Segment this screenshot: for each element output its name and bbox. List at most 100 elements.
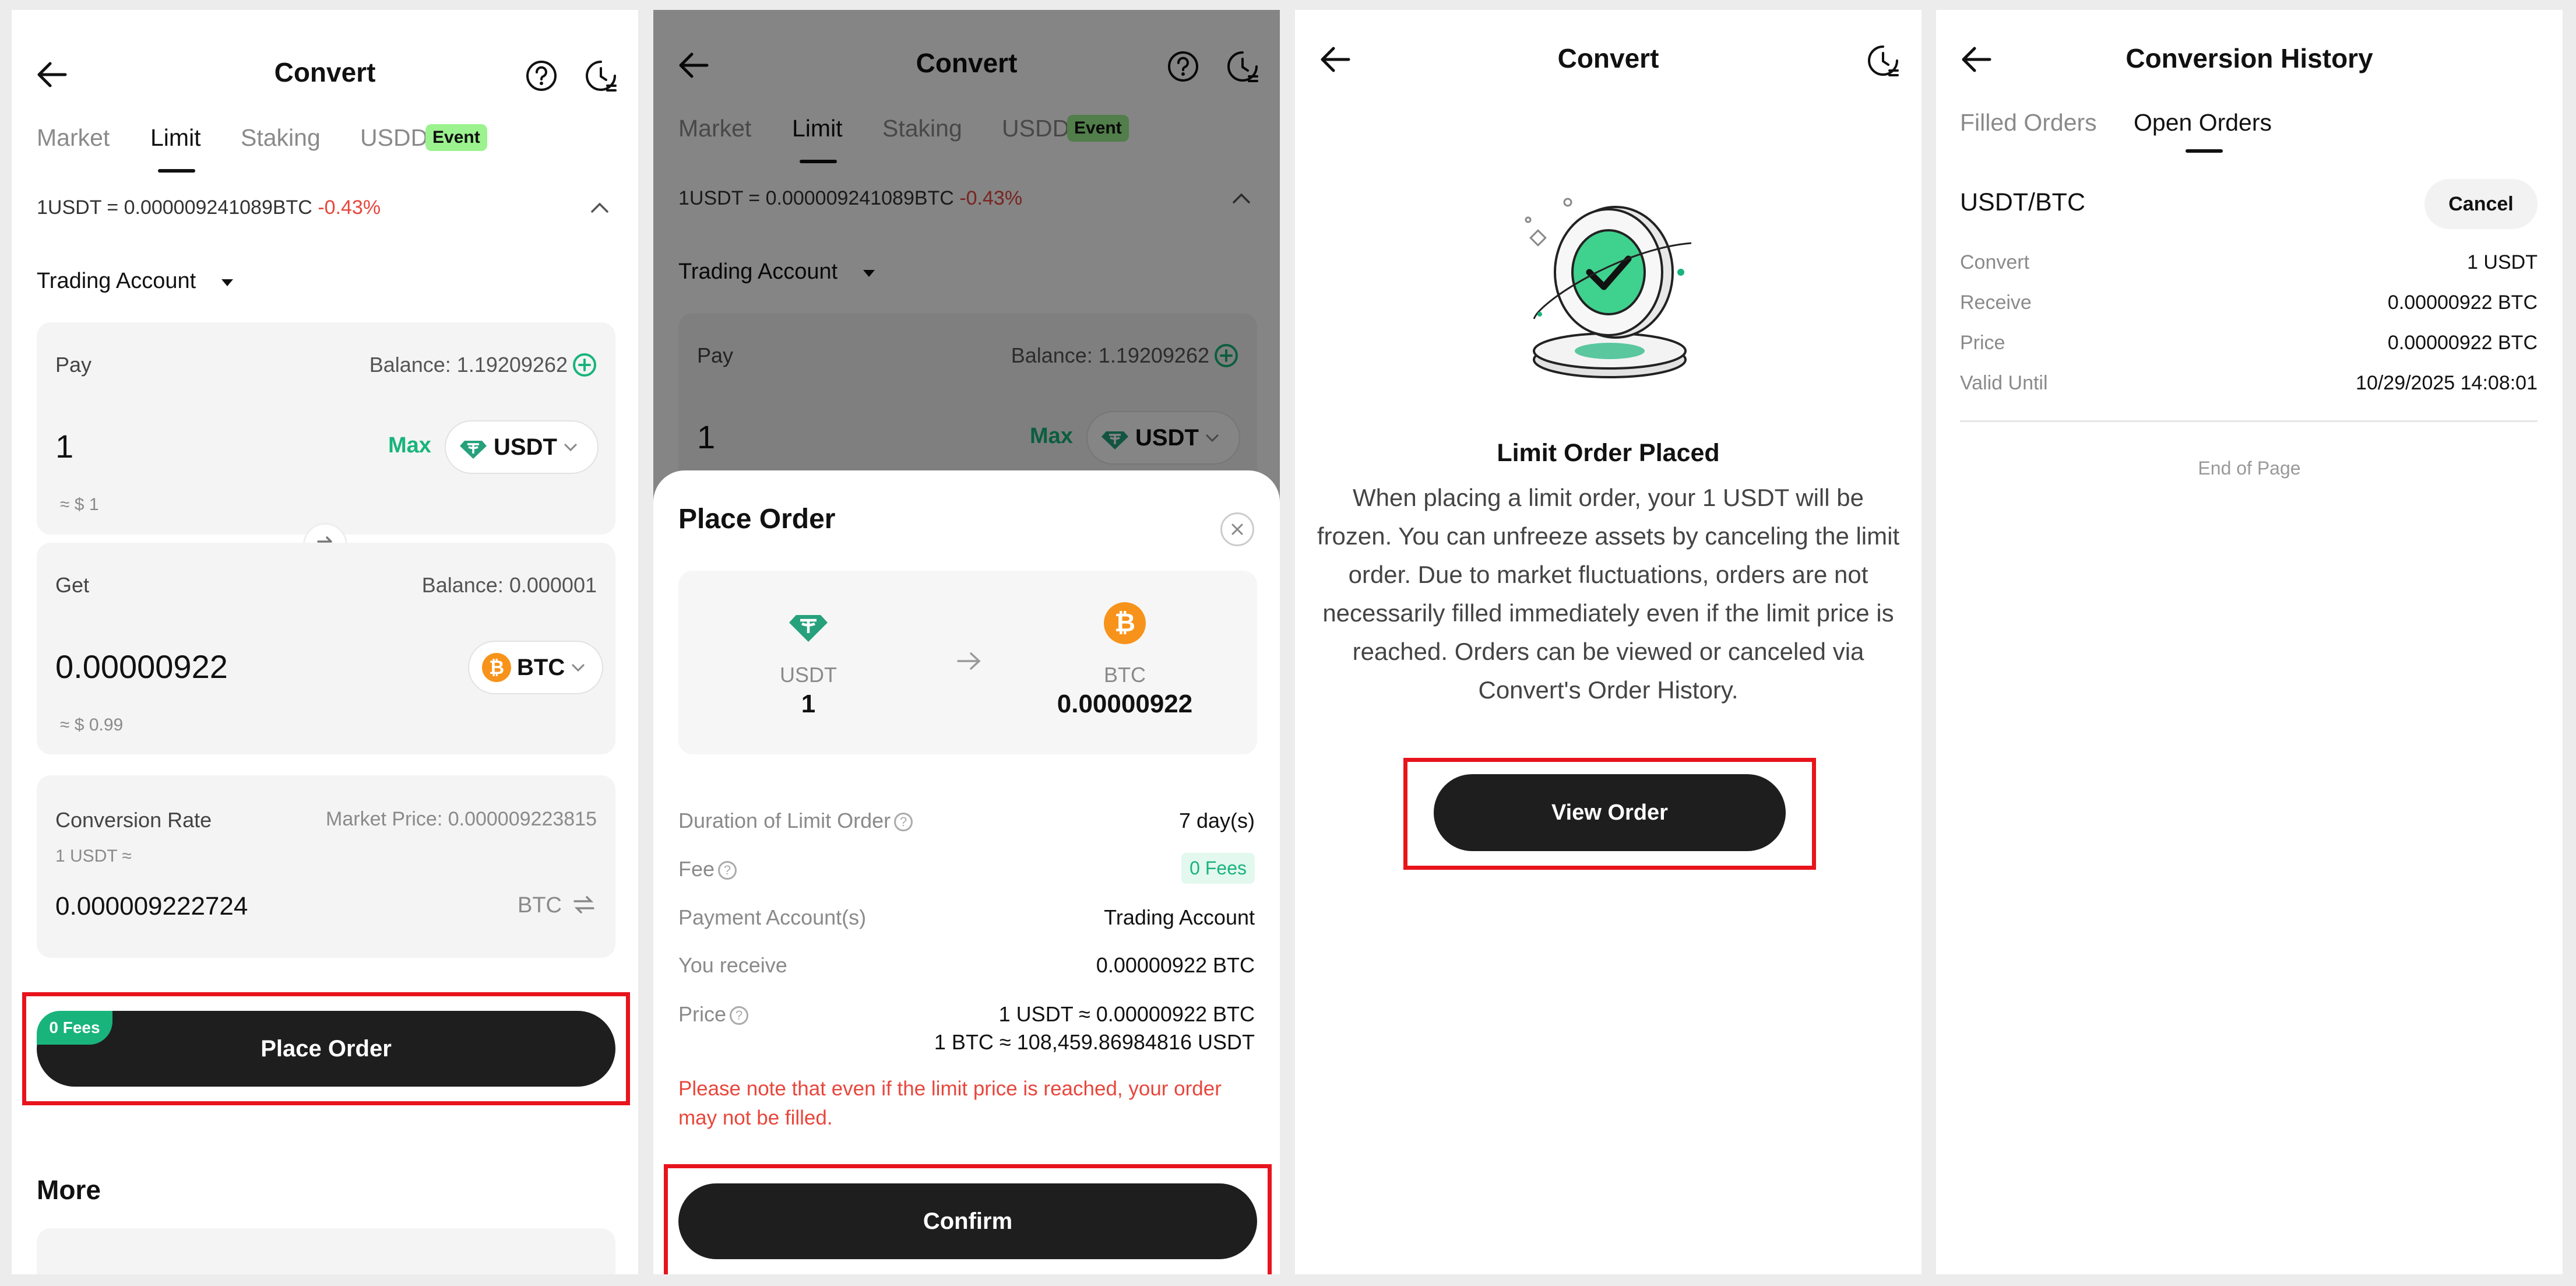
pay-label: Pay bbox=[55, 353, 92, 377]
pay-balance: Balance: 1.19209262 bbox=[369, 353, 568, 377]
price-value-2: 1 BTC ≈ 108,459.86984816 USDT bbox=[934, 1030, 1255, 1054]
order-row-value: 0.00000922 BTC bbox=[2387, 332, 2538, 354]
to-amount: 0.00000922 bbox=[1057, 690, 1193, 718]
pay-coin-label: USDT bbox=[494, 434, 557, 460]
get-card: Get Balance: 0.000001 0.00000922 ₿ BTC ≈… bbox=[37, 543, 615, 754]
rate-line: 1USDT = 0.000009241089BTC -0.43% bbox=[37, 196, 381, 219]
tab-limit-underline bbox=[158, 169, 195, 173]
plus-circle-icon[interactable] bbox=[572, 353, 597, 377]
order-row-value: 1 USDT bbox=[2467, 251, 2538, 273]
order-placed-panel: Convert Limit Order Placed When placing … bbox=[1295, 10, 1922, 1274]
usdt-icon bbox=[788, 605, 829, 645]
help-icon[interactable]: ? bbox=[730, 1006, 749, 1025]
pay-coin-select[interactable]: USDT bbox=[445, 420, 599, 474]
order-row-label: Receive bbox=[1960, 291, 2032, 314]
usdt-icon bbox=[459, 433, 488, 462]
chevron-down-icon bbox=[572, 663, 585, 672]
account-label: Trading Account bbox=[37, 269, 196, 293]
price-label: Price? bbox=[678, 1002, 749, 1027]
convert-limit-panel: Convert Market Limit Staking USDD Event … bbox=[12, 10, 638, 1274]
highlight-box bbox=[664, 1164, 1272, 1274]
get-coin-label: BTC bbox=[517, 654, 565, 680]
arrow-right-icon bbox=[957, 652, 981, 670]
placed-description: When placing a limit order, your 1 USDT … bbox=[1317, 484, 1900, 704]
payment-account-label: Payment Account(s) bbox=[678, 905, 867, 929]
payment-account-value: Trading Account bbox=[1104, 905, 1255, 929]
conversion-rate-label: Conversion Rate bbox=[55, 808, 212, 832]
conversion-rate-input[interactable]: 0.000009222724 bbox=[55, 892, 248, 921]
place-order-panel: Convert Market Limit Staking USDD Event … bbox=[653, 10, 1280, 1274]
success-check-icon bbox=[1525, 198, 1692, 378]
chevron-down-icon bbox=[564, 443, 577, 452]
get-label: Get bbox=[55, 573, 90, 597]
pay-usd-estimate: ≈ $ 1 bbox=[60, 495, 99, 514]
end-of-page: End of Page bbox=[2198, 458, 2301, 479]
pay-card: Pay Balance: 1.19209262 1 Max USDT ≈ $ 1 bbox=[37, 322, 615, 535]
conversion-unit: BTC bbox=[518, 893, 562, 918]
tab-staking[interactable]: Staking bbox=[241, 124, 321, 152]
sheet-title: Place Order bbox=[678, 504, 836, 535]
tab-open-orders-underline bbox=[2186, 149, 2223, 153]
conversion-rate-card: Conversion Rate Market Price: 0.00000922… bbox=[37, 775, 615, 958]
highlight-box bbox=[22, 992, 630, 1105]
rate-text: 1USDT = 0.000009241089BTC bbox=[37, 196, 312, 219]
max-button[interactable]: Max bbox=[388, 433, 431, 458]
conversion-history-panel: Conversion History Filled Orders Open Or… bbox=[1936, 10, 2563, 1274]
fee-label: Fee? bbox=[678, 857, 737, 881]
conversion-sub-label: 1 USDT ≈ bbox=[55, 846, 132, 866]
order-row-label: Convert bbox=[1960, 251, 2030, 273]
close-button[interactable] bbox=[1220, 512, 1254, 546]
receive-value: 0.00000922 BTC bbox=[1096, 953, 1255, 977]
account-selector[interactable]: Trading Account bbox=[37, 269, 196, 294]
btc-icon: ₿ bbox=[1104, 602, 1146, 644]
close-icon bbox=[1231, 523, 1243, 535]
conversion-summary: USDT 1 ₿ BTC 0.00000922 bbox=[678, 571, 1257, 754]
price-value-1: 1 USDT ≈ 0.00000922 BTC bbox=[998, 1002, 1255, 1026]
fee-badge: 0 Fees bbox=[1181, 853, 1255, 884]
tab-open-orders[interactable]: Open Orders bbox=[2134, 109, 2272, 136]
history-icon[interactable] bbox=[584, 59, 619, 94]
btc-icon: ₿ bbox=[482, 653, 511, 682]
swap-direction-icon[interactable] bbox=[571, 892, 597, 918]
get-amount-input[interactable]: 0.00000922 bbox=[55, 648, 228, 686]
placed-title: Limit Order Placed bbox=[1497, 439, 1720, 467]
pay-amount-input[interactable]: 1 bbox=[55, 427, 73, 465]
to-coin: BTC bbox=[1104, 663, 1146, 687]
order-row-label: Valid Until bbox=[1960, 372, 2048, 394]
more-heading: More bbox=[37, 1175, 101, 1205]
fee-label-text: Fee bbox=[678, 857, 715, 881]
rate-change: -0.43% bbox=[318, 196, 381, 219]
get-usd-estimate: ≈ $ 0.99 bbox=[60, 715, 124, 735]
receive-label: You receive bbox=[678, 953, 787, 977]
order-row-value: 0.00000922 BTC bbox=[2387, 291, 2538, 314]
tab-market[interactable]: Market bbox=[37, 124, 110, 152]
divider bbox=[1960, 420, 2538, 422]
help-icon[interactable]: ? bbox=[718, 861, 737, 880]
market-price: Market Price: 0.000009223815 bbox=[326, 808, 597, 830]
order-row-value: 10/29/2025 14:08:01 bbox=[2356, 372, 2538, 394]
duration-label-text: Duration of Limit Order bbox=[678, 809, 891, 832]
more-card bbox=[37, 1228, 615, 1274]
help-icon[interactable]: ? bbox=[894, 813, 913, 832]
help-icon[interactable] bbox=[525, 59, 558, 93]
order-row-label: Price bbox=[1960, 332, 2005, 354]
cancel-button[interactable]: Cancel bbox=[2424, 179, 2538, 229]
from-amount: 1 bbox=[801, 690, 816, 718]
get-balance: Balance: 0.000001 bbox=[421, 573, 597, 597]
order-pair: USDT/BTC bbox=[1960, 188, 2085, 216]
tab-limit[interactable]: Limit bbox=[150, 124, 201, 152]
page-title: Convert bbox=[1557, 43, 1659, 73]
get-coin-select[interactable]: ₿ BTC bbox=[468, 641, 603, 694]
duration-value: 7 day(s) bbox=[1178, 809, 1255, 832]
warning-text: Please note that even if the limit price… bbox=[678, 1077, 1222, 1129]
duration-label: Duration of Limit Order? bbox=[678, 809, 913, 833]
tab-filled-orders[interactable]: Filled Orders bbox=[1960, 109, 2097, 136]
event-badge: Event bbox=[425, 124, 487, 151]
history-icon[interactable] bbox=[1866, 44, 1901, 79]
place-order-sheet: Place Order USDT 1 ₿ BTC 0.00000922 Dura… bbox=[653, 470, 1280, 1274]
caret-down-icon[interactable] bbox=[220, 278, 234, 289]
highlight-box bbox=[1403, 758, 1816, 870]
chevron-up-icon[interactable] bbox=[590, 201, 610, 214]
page-title: Conversion History bbox=[2125, 43, 2373, 73]
tab-usdd[interactable]: USDD bbox=[360, 124, 428, 152]
